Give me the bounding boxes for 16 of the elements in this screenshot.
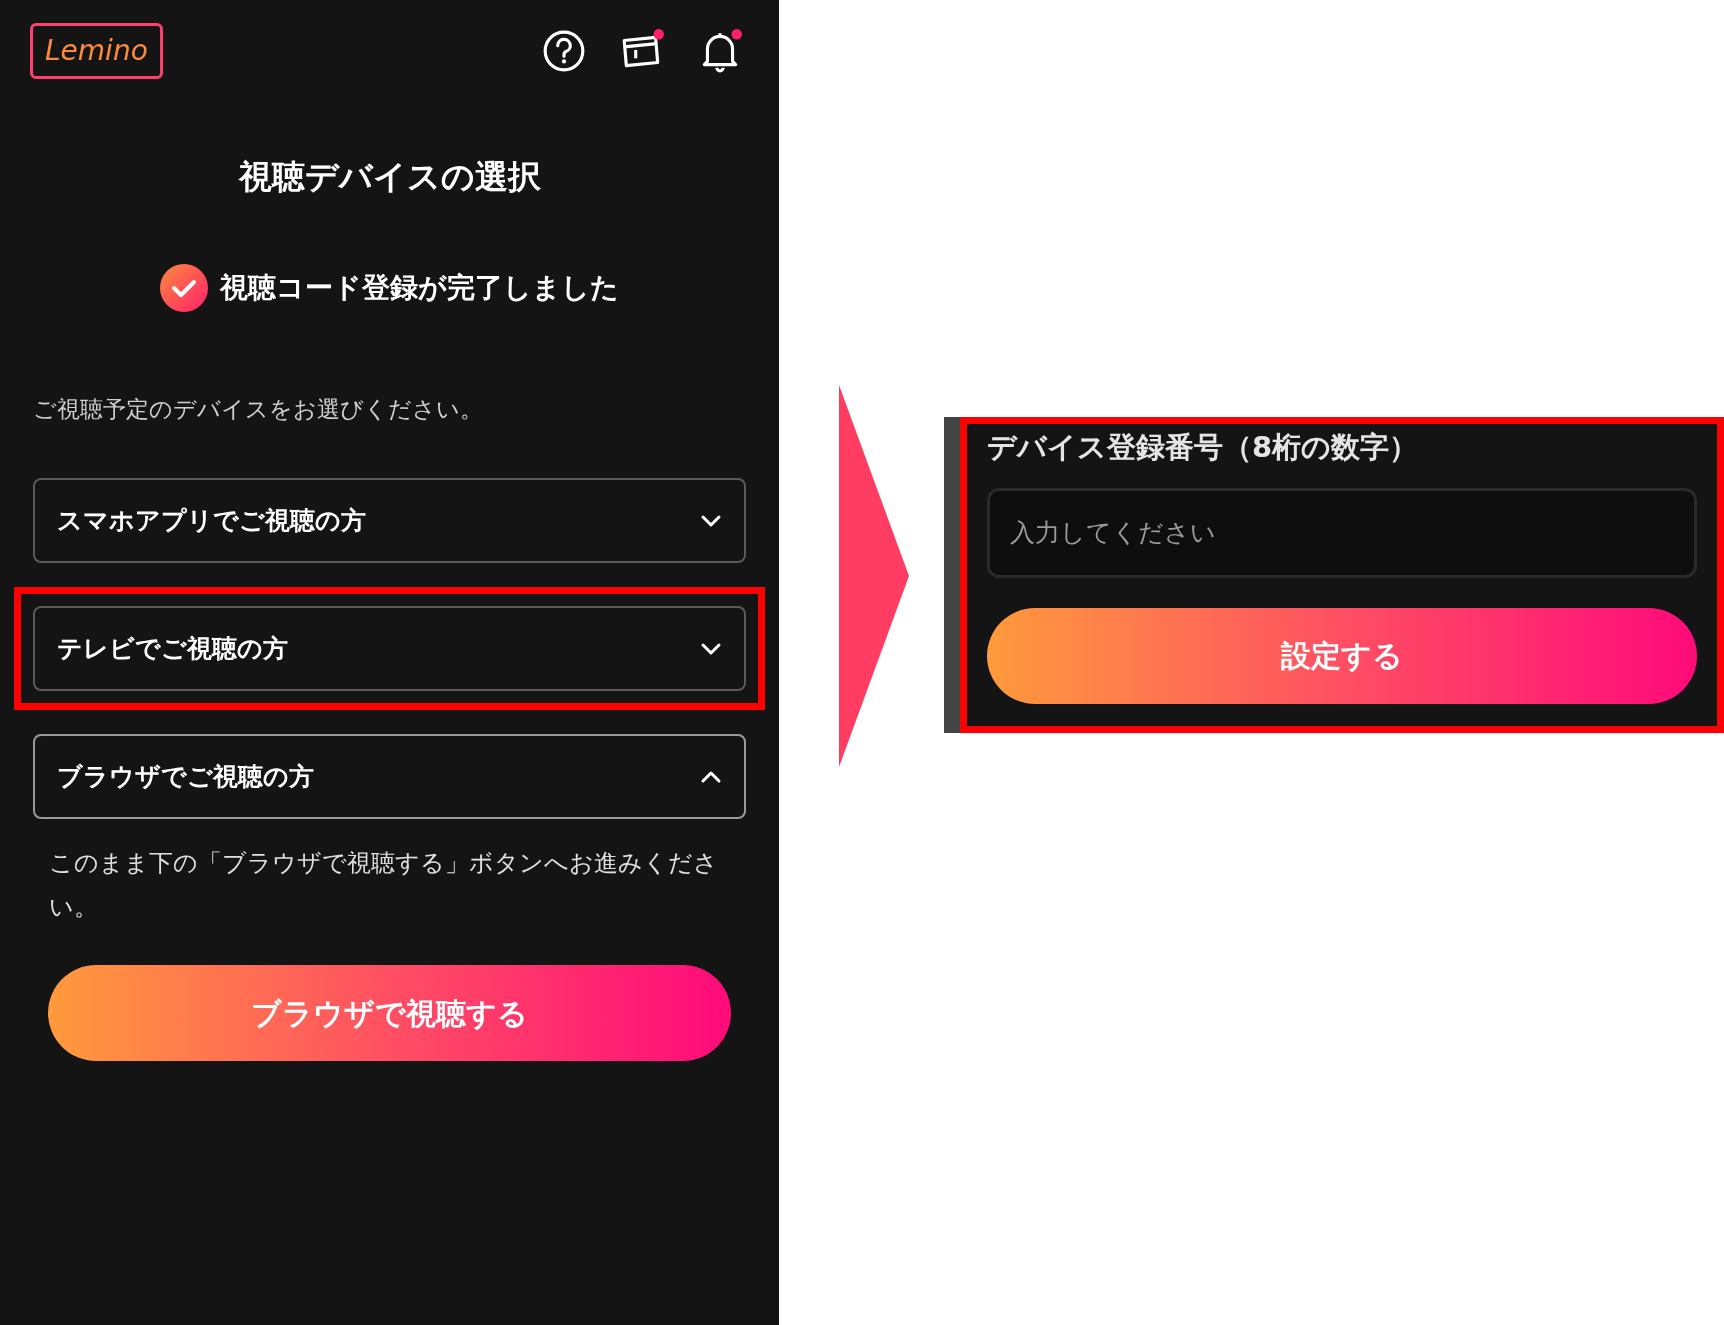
- arrow-right-icon: [839, 385, 909, 767]
- chevron-up-icon: [700, 769, 722, 784]
- accordion-header[interactable]: テレビでご視聴の方: [33, 606, 746, 691]
- accordion-header[interactable]: スマホアプリでご視聴の方: [33, 478, 746, 563]
- check-icon: [160, 263, 208, 312]
- help-icon[interactable]: [541, 28, 587, 74]
- logo[interactable]: Lemino: [30, 23, 163, 79]
- chevron-down-icon: [700, 641, 722, 656]
- intro-text: ご視聴予定のデバイスをお選びください。: [33, 394, 484, 424]
- accordion-header[interactable]: ブラウザでご視聴の方: [33, 734, 746, 819]
- accordion-body-text: このまま下の「ブラウザで視聴する」ボタンへお進みください。: [48, 848, 719, 923]
- page-title: 視聴デバイスの選択: [238, 156, 541, 198]
- input-field[interactable]: 入力してください: [987, 487, 1697, 578]
- chevron-down-icon: [700, 513, 722, 528]
- field-label: デバイス登録番号（8桁の数字）: [987, 429, 1420, 466]
- status-message: 視聴コード登録が完了しました: [220, 269, 619, 306]
